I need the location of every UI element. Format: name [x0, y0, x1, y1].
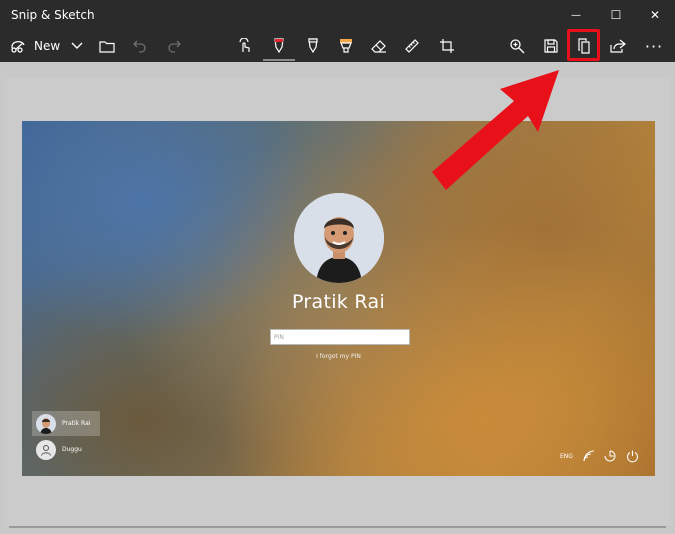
power-button[interactable]: [626, 449, 639, 463]
maximize-button[interactable]: ☐: [596, 0, 636, 30]
avatar-illustration-icon: [40, 417, 52, 434]
horizontal-scrollbar[interactable]: [9, 526, 666, 528]
pencil-icon: [308, 38, 318, 54]
ease-of-access-button[interactable]: [603, 449, 616, 463]
maximize-icon: ☐: [610, 8, 622, 22]
ballpoint-pen-button[interactable]: [268, 34, 290, 58]
window-title: Snip & Sketch: [11, 8, 95, 22]
redo-icon: [168, 40, 181, 53]
highlighter-button[interactable]: [335, 34, 357, 58]
language-indicator[interactable]: ENG: [560, 453, 573, 460]
lockscreen-user-name: Pratik Rai: [291, 291, 386, 313]
user-list-label: Duggu: [62, 446, 82, 453]
chevron-down-icon: [71, 42, 83, 49]
zoom-button[interactable]: [506, 34, 528, 58]
undo-icon: [133, 40, 146, 53]
new-snip-button[interactable]: New: [10, 34, 60, 58]
ease-of-access-icon: [604, 450, 616, 461]
small-avatar: [36, 439, 56, 460]
minimize-icon: —: [571, 9, 581, 21]
network-button[interactable]: [583, 449, 595, 463]
pencil-button[interactable]: [302, 34, 324, 58]
pin-input[interactable]: [270, 329, 410, 345]
more-icon: ···: [644, 36, 664, 56]
see-more-button[interactable]: ···: [641, 34, 667, 58]
snip-icon: [11, 40, 25, 53]
crop-button[interactable]: [436, 34, 458, 58]
share-icon: [610, 39, 626, 53]
close-icon: ✕: [649, 8, 661, 22]
small-avatar: [36, 413, 56, 434]
redo-button[interactable]: [164, 34, 184, 58]
crop-icon: [440, 39, 454, 53]
undo-button[interactable]: [130, 34, 150, 58]
touch-writing-icon: [239, 38, 250, 52]
share-button[interactable]: [607, 34, 629, 58]
eraser-icon: [371, 40, 386, 53]
ballpoint-pen-icon: [274, 38, 284, 54]
touch-writing-button[interactable]: [234, 34, 256, 58]
red-arrow-annotation: [432, 70, 559, 190]
avatar-illustration-icon: [294, 193, 384, 283]
wifi-icon: [583, 450, 595, 462]
power-icon: [626, 450, 639, 462]
folder-icon: [99, 40, 115, 53]
forgot-pin-link[interactable]: I forgot my PIN: [22, 353, 655, 360]
person-icon: [41, 444, 51, 456]
highlighter-icon: [340, 39, 352, 53]
system-tray: ENG: [560, 449, 573, 463]
open-file-button[interactable]: [96, 34, 118, 58]
title-bar: Snip & Sketch — ☐ ✕: [0, 0, 675, 30]
close-button[interactable]: ✕: [635, 0, 675, 30]
user-list-label: Pratik Rai: [62, 420, 91, 427]
user-avatar: [294, 193, 384, 283]
new-dropdown-button[interactable]: [68, 34, 86, 58]
eraser-button[interactable]: [368, 34, 390, 58]
minimize-button[interactable]: —: [556, 0, 596, 30]
user-list-item-pratik[interactable]: Pratik Rai: [32, 411, 100, 436]
copy-button-highlight-box: [567, 29, 600, 61]
ruler-button[interactable]: [401, 34, 423, 58]
ruler-icon: [405, 39, 419, 53]
save-icon: [544, 39, 558, 53]
save-button[interactable]: [540, 34, 562, 58]
new-label: New: [34, 39, 61, 53]
zoom-icon: [510, 39, 525, 54]
user-list-item-duggu[interactable]: Duggu: [32, 437, 100, 462]
active-tool-indicator: [263, 59, 295, 61]
